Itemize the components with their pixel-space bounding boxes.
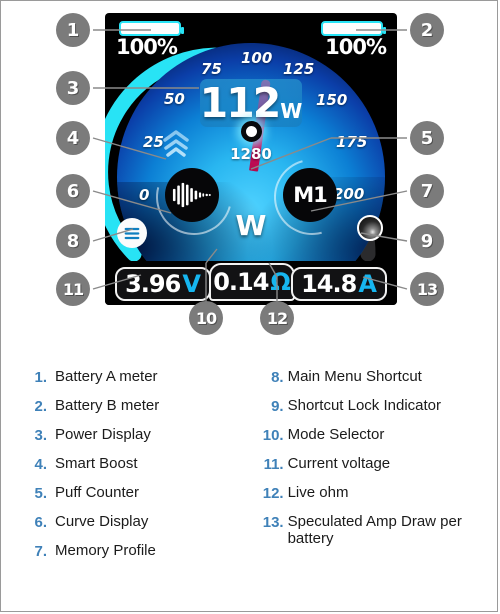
callout-10[interactable]: 10 xyxy=(189,301,223,335)
amperage-value: 14.8 xyxy=(301,270,357,298)
legend-label: Puff Counter xyxy=(55,484,139,501)
legend-item: 11. Current voltage xyxy=(260,455,481,473)
legend-item: 10. Mode Selector xyxy=(260,426,481,444)
battery-a-meter xyxy=(119,21,184,36)
callout-11[interactable]: 11 xyxy=(56,272,90,306)
legend-item: 4. Smart Boost xyxy=(21,455,238,473)
callout-6[interactable]: 6 xyxy=(56,174,90,208)
hamburger-menu-icon xyxy=(124,227,140,239)
legend-label: Shortcut Lock Indicator xyxy=(287,397,442,414)
gauge-tick-75: 75 xyxy=(201,60,222,78)
legend-number: 13. xyxy=(262,514,284,531)
memory-profile-label: M1 xyxy=(293,183,328,207)
memory-profile[interactable]: M1 xyxy=(283,168,337,222)
legend-number: 12. xyxy=(262,485,284,502)
legend-label: Mode Selector xyxy=(287,426,385,443)
screen-inner: 0 25 50 75 100 125 150 175 200 100% 100%… xyxy=(105,13,397,305)
power-unit: W xyxy=(280,99,303,123)
callout-5[interactable]: 5 xyxy=(410,121,444,155)
legend-number: 10. xyxy=(262,427,284,444)
page-root: 0 25 50 75 100 125 150 175 200 100% 100%… xyxy=(0,0,498,612)
callout-13[interactable]: 13 xyxy=(410,272,444,306)
legend-label: Power Display xyxy=(55,426,151,443)
voltage-unit: V xyxy=(182,270,201,298)
legend-number: 7. xyxy=(34,543,47,560)
double-chevron-up-icon xyxy=(163,130,189,157)
gauge-tick-175: 175 xyxy=(336,133,368,151)
legend-label: Speculated Amp Draw per battery xyxy=(287,513,462,547)
legend-number: 8. xyxy=(271,369,284,386)
legend-number: 9. xyxy=(271,398,284,415)
legend-number: 1. xyxy=(34,369,47,386)
callout-4[interactable]: 4 xyxy=(56,121,90,155)
legend-label: Live ohm xyxy=(287,484,349,501)
legend-item: 2. Battery B meter xyxy=(21,397,238,415)
legend-label: Current voltage xyxy=(287,455,391,472)
resistance-readout: 0.14 Ω xyxy=(209,263,295,301)
battery-nub-icon xyxy=(383,27,386,34)
legend-label: Smart Boost xyxy=(55,455,138,472)
amperage-readout: 14.8 A xyxy=(291,267,387,301)
power-display[interactable]: 112 W xyxy=(200,79,302,127)
amperage-unit: A xyxy=(358,270,377,298)
waveform-icon xyxy=(172,182,211,208)
legend-column-left: 1. Battery A meter 2. Battery B meter 3.… xyxy=(21,368,238,560)
legend-label: Memory Profile xyxy=(55,542,156,559)
legend: 1. Battery A meter 2. Battery B meter 3.… xyxy=(21,368,481,560)
legend-label: Battery B meter xyxy=(55,397,160,414)
callout-12[interactable]: 12 xyxy=(260,301,294,335)
shortcut-lock-indicator[interactable] xyxy=(357,215,383,241)
legend-number: 5. xyxy=(34,485,47,502)
callout-1[interactable]: 1 xyxy=(56,13,90,47)
legend-number: 2. xyxy=(34,398,47,415)
battery-b-meter xyxy=(321,21,386,36)
smart-boost-indicator xyxy=(161,129,191,157)
legend-number: 4. xyxy=(34,456,47,473)
callout-7[interactable]: 7 xyxy=(410,174,444,208)
legend-item: 13. Speculated Amp Draw per battery xyxy=(260,513,481,548)
callout-3[interactable]: 3 xyxy=(56,71,90,105)
voltage-value: 3.96 xyxy=(125,270,181,298)
callout-2[interactable]: 2 xyxy=(410,13,444,47)
legend-number: 3. xyxy=(34,427,47,444)
voltage-readout: 3.96 V xyxy=(115,267,211,301)
main-menu-shortcut[interactable] xyxy=(117,218,147,248)
legend-item: 3. Power Display xyxy=(21,426,238,444)
puff-count: 1280 xyxy=(230,145,272,163)
power-value: 112 xyxy=(199,78,282,127)
legend-item: 7. Memory Profile xyxy=(21,542,238,560)
curve-display[interactable] xyxy=(165,168,219,222)
legend-item: 5. Puff Counter xyxy=(21,484,238,502)
puff-counter: 1280 xyxy=(223,121,279,163)
legend-label: Curve Display xyxy=(55,513,149,530)
gauge-tick-0: 0 xyxy=(139,186,150,204)
mode-selector[interactable]: W xyxy=(231,209,271,242)
battery-b-percent: 100% xyxy=(325,35,387,59)
resistance-value: 0.14 xyxy=(213,268,269,296)
legend-number: 11. xyxy=(263,456,284,473)
battery-a-percent: 100% xyxy=(116,35,178,59)
puff-circle-icon xyxy=(240,121,262,142)
legend-item: 9. Shortcut Lock Indicator xyxy=(260,397,481,415)
gauge-tick-100: 100 xyxy=(241,49,273,67)
battery-nub-icon xyxy=(181,27,184,34)
gauge-tick-50: 50 xyxy=(164,90,185,108)
legend-label: Battery A meter xyxy=(55,368,158,385)
gauge-tick-125: 125 xyxy=(283,60,315,78)
device-screen: 0 25 50 75 100 125 150 175 200 100% 100%… xyxy=(105,13,397,305)
readout-bar: 3.96 V 0.14 Ω 14.8 A xyxy=(105,261,397,305)
legend-column-right: 8. Main Menu Shortcut 9. Shortcut Lock I… xyxy=(260,368,481,560)
legend-number: 6. xyxy=(34,514,47,531)
callout-8[interactable]: 8 xyxy=(56,224,90,258)
callout-9[interactable]: 9 xyxy=(410,224,444,258)
legend-item: 1. Battery A meter xyxy=(21,368,238,386)
legend-item: 8. Main Menu Shortcut xyxy=(260,368,481,386)
legend-item: 12. Live ohm xyxy=(260,484,481,502)
legend-item: 6. Curve Display xyxy=(21,513,238,531)
legend-label: Main Menu Shortcut xyxy=(287,368,422,385)
resistance-unit: Ω xyxy=(270,268,291,296)
gauge-tick-150: 150 xyxy=(316,91,348,109)
